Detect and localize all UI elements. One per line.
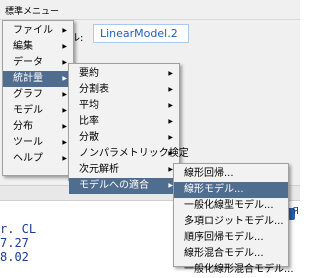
menu-item-label: 比率: [79, 116, 99, 127]
menu-item-edit[interactable]: 編集 ▶: [3, 39, 73, 55]
menu-item-nonparametric-tests[interactable]: ノンパラメトリック検定 ▶: [69, 146, 189, 162]
menu-item-variances[interactable]: 分散 ▶: [69, 130, 179, 146]
menu-item-label: 分割表: [79, 84, 109, 95]
menu-item-label: ヘルプ: [13, 153, 43, 164]
menu-item-help[interactable]: ヘルプ ▶: [3, 151, 73, 167]
main-menu: ファイル ▶ 編集 ▶ データ ▶ 統計量 ▶ グラフ ▶ モデル ▶ 分布 ▶ ツール ▶ ヘ…: [2, 20, 74, 176]
submenu-arrow-icon: ▶: [62, 107, 67, 114]
side-label-fragment: Я: [292, 206, 299, 217]
submenu-arrow-icon: ▶: [168, 86, 173, 93]
menu-item-label: 線形混合モデル...: [184, 248, 264, 259]
menu-item-label: 平均: [79, 100, 99, 111]
menu-item-tools[interactable]: ツール ▶: [3, 135, 73, 151]
menu-item-label: 次元解析: [79, 164, 119, 175]
submenu-arrow-icon: ▶: [168, 102, 173, 109]
menu-item-label: 分散: [79, 132, 99, 143]
submenu-arrow-icon: ▶: [168, 150, 173, 157]
menu-item-data[interactable]: データ ▶: [3, 55, 73, 71]
menu-item-label: 統計量: [13, 73, 43, 84]
submenu-arrow-icon: ▶: [62, 123, 67, 130]
menu-item-means[interactable]: 平均 ▶: [69, 98, 179, 114]
menu-item-label: 一般化線型モデル...: [184, 200, 274, 211]
menu-item-multinomial-logit-model[interactable]: 多項ロジットモデル...: [174, 214, 288, 230]
menu-item-contingency-tables[interactable]: 分割表 ▶: [69, 82, 179, 98]
menu-item-label: 線形モデル...: [184, 184, 244, 195]
menu-item-label: 要約: [79, 68, 99, 79]
submenu-arrow-icon: ▶: [62, 155, 67, 162]
fit-models-submenu: 線形回帰... 線形モデル... 一般化線型モデル... 多項ロジットモデル..…: [173, 163, 294, 275]
menu-item-label: 順序回帰モデル...: [184, 232, 264, 243]
menu-item-statistics[interactable]: 統計量 ▶: [3, 71, 73, 87]
submenu-arrow-icon: ▶: [168, 134, 173, 141]
submenu-arrow-icon: ▶: [62, 43, 67, 50]
menu-item-ordinal-regression-model[interactable]: 順序回帰モデル...: [174, 230, 288, 246]
submenu-arrow-icon: ▶: [168, 70, 173, 77]
menu-item-distributions[interactable]: 分布 ▶: [3, 119, 73, 135]
menu-item-label: ツール: [13, 137, 43, 148]
output-line: r. CL: [0, 222, 37, 236]
submenu-arrow-icon: ▶: [62, 59, 67, 66]
menu-item-fit-models[interactable]: モデルへの適合 ▶: [69, 178, 179, 194]
submenu-arrow-icon: ▶: [62, 139, 67, 146]
menu-item-label: モデル: [13, 105, 43, 116]
submenu-arrow-icon: ▶: [62, 91, 67, 98]
menu-item-label: グラフ: [13, 89, 43, 100]
menu-item-generalized-linear-model[interactable]: 一般化線型モデル...: [174, 198, 288, 214]
menu-item-linear-regression[interactable]: 線形回帰...: [174, 166, 288, 182]
submenu-arrow-icon: ▶: [62, 27, 67, 34]
statistics-submenu: 要約 ▶ 分割表 ▶ 平均 ▶ 比率 ▶ 分散 ▶ ノンパラメトリック検定 ▶ 次元解析 ▶ …: [68, 63, 189, 194]
menu-title: 標準メニュー: [0, 0, 300, 20]
menu-item-label: モデルへの適合: [79, 180, 149, 191]
submenu-arrow-icon: ▶: [168, 118, 173, 125]
menu-item-label: データ: [13, 57, 43, 68]
menu-item-label: 分布: [13, 121, 33, 132]
menu-item-file[interactable]: ファイル ▶: [3, 23, 73, 39]
menu-item-linear-model[interactable]: 線形モデル...: [174, 182, 288, 198]
menu-item-summaries[interactable]: 要約 ▶: [69, 66, 179, 82]
menu-item-generalized-linear-mixed-model[interactable]: 一般化線形混合モデル...: [174, 262, 294, 278]
menu-item-label: 編集: [13, 41, 33, 52]
output-line: 8.02: [0, 250, 29, 264]
menu-item-graphs[interactable]: グラフ ▶: [3, 87, 73, 103]
model-name-field[interactable]: LinearModel.2: [93, 24, 189, 43]
menu-item-label: ファイル: [13, 25, 53, 36]
menu-item-linear-mixed-model[interactable]: 線形混合モデル...: [174, 246, 288, 262]
menu-item-label: 多項ロジットモデル...: [184, 216, 284, 227]
menu-item-models[interactable]: モデル ▶: [3, 103, 73, 119]
submenu-arrow-icon: ▶: [62, 75, 67, 82]
menu-item-label: 線形回帰...: [184, 168, 234, 179]
output-line: 7.27: [0, 236, 29, 250]
menu-item-dimensional-analysis[interactable]: 次元解析 ▶: [69, 162, 179, 178]
menu-item-proportions[interactable]: 比率 ▶: [69, 114, 179, 130]
